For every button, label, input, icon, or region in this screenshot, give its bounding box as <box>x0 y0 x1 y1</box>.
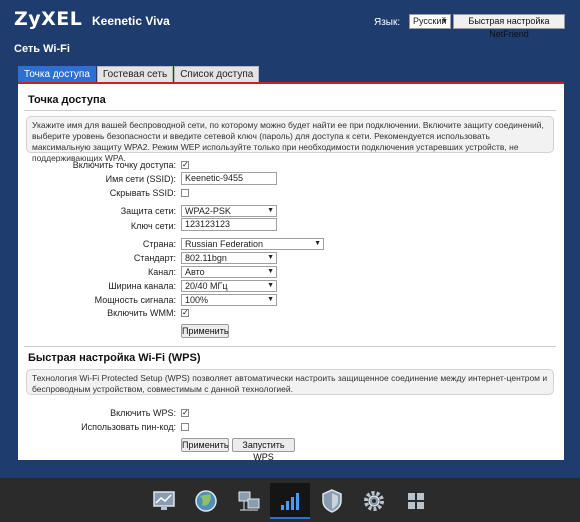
channel-select[interactable]: Авто ▼ <box>181 266 277 278</box>
apply-ap-button[interactable]: Применить <box>181 324 229 338</box>
section-divider <box>24 346 556 347</box>
model-name: Keenetic Viva <box>92 14 170 28</box>
apply-wps-button[interactable]: Применить <box>181 438 229 452</box>
tab-guest-network[interactable]: Гостевая сеть <box>96 66 174 82</box>
chevron-down-icon: ▼ <box>267 296 274 303</box>
chevron-down-icon: ▼ <box>267 207 274 214</box>
router-frame: ZyXEL Keenetic Viva Язык: Русский ▼ Быст… <box>0 0 580 522</box>
ssid-input[interactable]: Keenetic-9455 <box>181 172 277 185</box>
channel-width-label: Ширина канала: <box>108 281 176 291</box>
network-computers-icon[interactable] <box>228 483 268 519</box>
wifi-signal-bars-icon[interactable] <box>270 483 310 519</box>
language-label: Язык: <box>374 17 401 28</box>
ssid-label: Имя сети (SSID): <box>105 174 176 184</box>
security-select[interactable]: WPA2-PSK ▼ <box>181 205 277 217</box>
enable-ap-label: Включить точку доступа: <box>72 160 176 170</box>
quick-setup-button[interactable]: Быстрая настройка NetFriend <box>453 14 565 39</box>
tab-access-point[interactable]: Точка доступа <box>18 66 96 82</box>
gear-icon[interactable] <box>354 483 394 519</box>
country-select[interactable]: Russian Federation ▼ <box>181 238 324 250</box>
enable-ap-checkbox[interactable]: ✓ <box>181 161 189 169</box>
access-point-info: Укажите имя для вашей беспроводной сети,… <box>26 116 554 163</box>
chevron-down-icon: ▼ <box>267 282 274 289</box>
page-title: Сеть Wi-Fi <box>14 43 70 55</box>
settings-panel: Точка доступа Укажите имя для вашей бесп… <box>18 82 564 462</box>
use-pin-checkbox[interactable] <box>181 423 189 431</box>
key-label: Ключ сети: <box>130 221 176 231</box>
channel-width-value: 20/40 МГц <box>185 281 228 291</box>
tab-access-list[interactable]: Список доступа <box>174 66 260 82</box>
power-value: 100% <box>185 295 209 305</box>
shield-icon[interactable] <box>312 483 352 519</box>
section-divider <box>24 110 556 111</box>
apps-grid-icon[interactable] <box>396 483 436 519</box>
hide-ssid-checkbox[interactable] <box>181 189 189 197</box>
start-wps-button[interactable]: Запустить WPS <box>232 438 295 462</box>
standard-select[interactable]: 802.11bgn ▼ <box>181 252 277 264</box>
enable-wps-label: Включить WPS: <box>110 408 176 418</box>
power-label: Мощность сигнала: <box>94 295 176 305</box>
country-label: Страна: <box>142 239 176 249</box>
monitor-chart-icon[interactable] <box>144 483 184 519</box>
channel-label: Канал: <box>148 267 176 277</box>
enable-wps-checkbox[interactable]: ✓ <box>181 409 189 417</box>
channel-width-select[interactable]: 20/40 МГц ▼ <box>181 280 277 292</box>
standard-label: Стандарт: <box>133 253 176 263</box>
wps-info: Технология Wi-Fi Protected Setup (WPS) п… <box>26 369 554 395</box>
tab-bar: Точка доступа Гостевая сеть Список досту… <box>18 66 260 82</box>
security-value: WPA2-PSK <box>185 206 231 216</box>
chevron-down-icon: ▼ <box>267 254 274 261</box>
standard-value: 802.11bgn <box>185 253 227 263</box>
wmm-label: Включить WMM: <box>107 308 176 318</box>
hide-ssid-label: Скрывать SSID: <box>109 188 176 198</box>
chevron-down-icon: ▼ <box>441 18 448 25</box>
key-input[interactable]: 123123123 <box>181 218 277 231</box>
wps-title: Быстрая настройка Wi-Fi (WPS) <box>28 352 201 364</box>
country-value: Russian Federation <box>185 239 264 249</box>
use-pin-label: Использовать пин-код: <box>81 422 176 432</box>
security-label: Защита сети: <box>120 206 176 216</box>
language-select[interactable]: Русский ▼ <box>409 14 451 29</box>
wmm-checkbox[interactable]: ✓ <box>181 309 189 317</box>
power-select[interactable]: 100% ▼ <box>181 294 277 306</box>
channel-value: Авто <box>185 267 205 277</box>
chevron-down-icon: ▼ <box>314 240 321 247</box>
access-point-title: Точка доступа <box>28 94 106 106</box>
chevron-down-icon: ▼ <box>267 268 274 275</box>
header: ZyXEL Keenetic Viva Язык: Русский ▼ Быст… <box>0 0 580 39</box>
zyxel-logo: ZyXEL <box>14 8 83 30</box>
globe-icon[interactable] <box>186 483 226 519</box>
bottom-nav <box>0 478 580 522</box>
